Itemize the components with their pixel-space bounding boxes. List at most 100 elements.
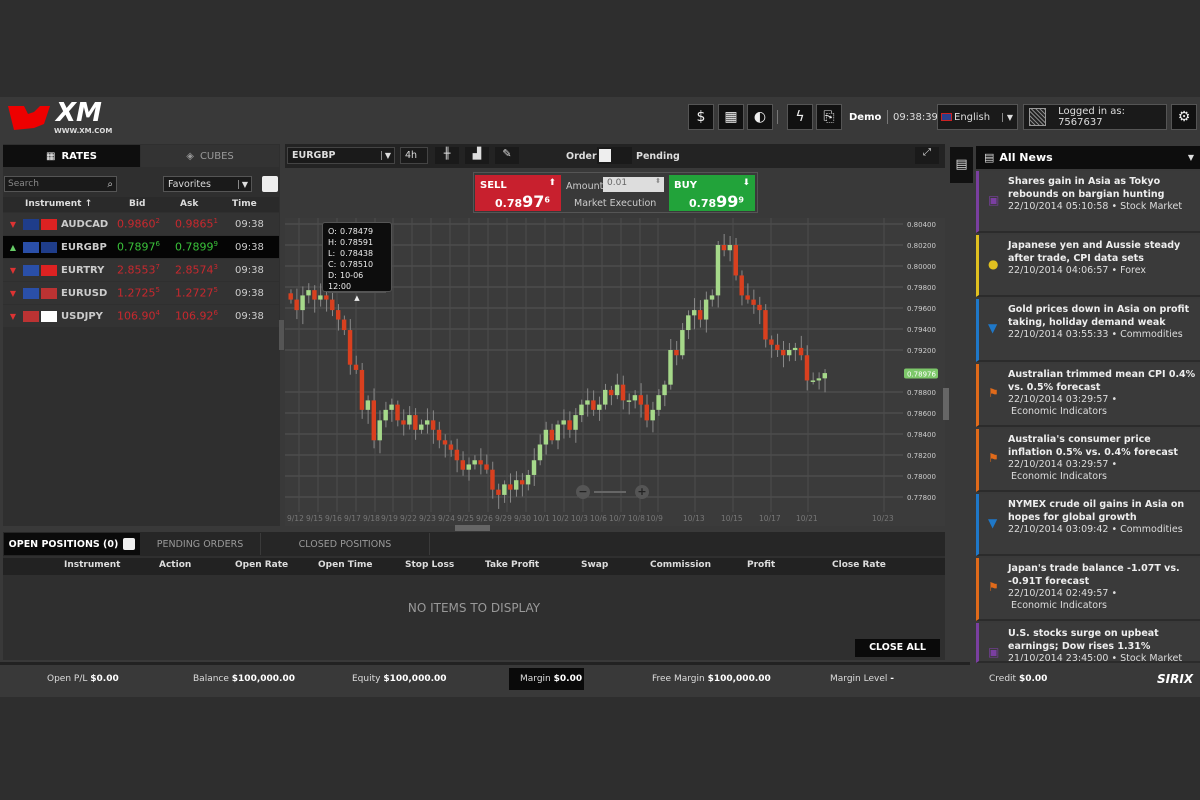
stepper-icon[interactable]: ⬍ bbox=[655, 177, 661, 185]
column-header[interactable]: Profit bbox=[747, 560, 775, 570]
candle bbox=[353, 364, 359, 370]
news-item[interactable]: ▼ Gold prices down in Asia on profit taki… bbox=[976, 299, 1200, 362]
tab-closed-positions[interactable]: CLOSED POSITIONS bbox=[260, 533, 430, 555]
col-instrument[interactable]: Instrument ↑ bbox=[25, 199, 92, 209]
order-pending-toggle[interactable] bbox=[597, 147, 632, 164]
symbol-select[interactable]: EURGBP ▼ bbox=[287, 147, 395, 164]
news-item[interactable]: ⚑ Japan's trade balance -1.07T vs. -0.91T… bbox=[976, 558, 1200, 621]
column-header[interactable]: Open Time bbox=[318, 560, 372, 570]
news-item[interactable]: ▣ Shares gain in Asia as Tokyo rebounds o… bbox=[976, 171, 1200, 233]
news-meta: 22/10/2014 03:29:57 • bbox=[1008, 394, 1118, 405]
candle bbox=[810, 380, 816, 382]
xm-logo[interactable]: XM WWW.XM.COM bbox=[4, 98, 114, 136]
timeframe-select[interactable]: 4h bbox=[400, 147, 428, 164]
rate-row[interactable]: ▼ EURUSD 1.27255 1.27275 09:38 bbox=[3, 282, 279, 304]
column-header[interactable]: Swap bbox=[581, 560, 608, 570]
column-header[interactable]: Close Rate bbox=[832, 560, 886, 570]
tab-rates[interactable]: ▦ RATES bbox=[3, 145, 140, 167]
bid-price: 106.904 bbox=[117, 309, 175, 323]
amount-input[interactable]: 0.01 ⬍ bbox=[603, 177, 664, 192]
tab-pending-orders[interactable]: PENDING ORDERS bbox=[140, 533, 260, 555]
search-input[interactable]: Search ⌕ bbox=[4, 176, 117, 192]
col-ask[interactable]: Ask bbox=[180, 199, 198, 209]
x-tick-label: 9/22 bbox=[400, 514, 417, 523]
tt-o-value: 0.78479 bbox=[340, 227, 374, 236]
logo-url: WWW.XM.COM bbox=[54, 127, 113, 135]
candle bbox=[448, 444, 454, 450]
collapse-rates-handle[interactable] bbox=[279, 320, 284, 350]
news-meta: 21/10/2014 23:45:00 • Stock Market bbox=[1008, 653, 1183, 663]
flag-icon bbox=[41, 241, 57, 253]
columns-icon[interactable] bbox=[123, 538, 136, 550]
collapse-news-handle[interactable] bbox=[943, 388, 949, 420]
news-item[interactable]: ● Japanese yen and Aussie steady after tr… bbox=[976, 235, 1200, 297]
ask-sup: 5 bbox=[213, 286, 218, 295]
instrument-symbol: AUDCAD bbox=[61, 218, 109, 230]
stat-label: Margin bbox=[520, 674, 551, 684]
arrow-down-icon: ⬇ bbox=[742, 178, 750, 188]
fullscreen-icon[interactable]: ⤢ bbox=[915, 147, 939, 164]
news-item[interactable]: ⚑ Australia's consumer price inflation 0.… bbox=[976, 429, 1200, 492]
candle bbox=[751, 299, 756, 305]
language-select[interactable]: English ▼ bbox=[937, 104, 1018, 130]
collapse-icon[interactable]: ▲ bbox=[328, 292, 386, 304]
buy-button[interactable]: BUY ⬇ 0.78999 bbox=[669, 175, 755, 211]
rate-row[interactable]: ▼ AUDCAD 0.98602 0.98651 09:38 bbox=[3, 213, 279, 235]
y-tick-label: 0.78200 bbox=[907, 452, 936, 460]
tab-cubes[interactable]: ◈ CUBES bbox=[141, 145, 279, 167]
rate-row[interactable]: ▼ USDJPY 106.904 106.926 09:38 bbox=[3, 305, 279, 327]
candle bbox=[561, 420, 566, 425]
column-header[interactable]: Stop Loss bbox=[405, 560, 454, 570]
y-tick-label: 0.78000 bbox=[907, 473, 936, 481]
close-all-button[interactable]: CLOSE ALL bbox=[855, 639, 940, 657]
x-tick-label: 9/25 bbox=[457, 514, 474, 523]
news-header[interactable]: ▤ All News ▼ bbox=[976, 146, 1200, 169]
x-tick-label: 9/26 bbox=[476, 514, 493, 523]
account-mode: Demo bbox=[849, 112, 882, 123]
theme-contrast-icon[interactable]: ◐ bbox=[747, 104, 773, 130]
new-document-icon[interactable]: ⎘ bbox=[816, 104, 842, 130]
list-select[interactable]: Favorites ▼ bbox=[163, 176, 252, 192]
column-header[interactable]: Take Profit bbox=[485, 560, 539, 570]
calendar-icon[interactable]: ▦ bbox=[718, 104, 744, 130]
candle bbox=[632, 395, 638, 401]
draw-tool-icon[interactable]: ✎ bbox=[495, 147, 519, 164]
lightning-icon[interactable]: ϟ bbox=[787, 104, 813, 130]
zoom-in-icon[interactable]: + bbox=[635, 485, 649, 499]
rates-table-header: Instrument ↑ Bid Ask Time bbox=[3, 197, 279, 212]
col-bid[interactable]: Bid bbox=[129, 199, 145, 209]
column-header[interactable]: Action bbox=[159, 560, 191, 570]
candle bbox=[709, 295, 715, 300]
layout-toggle-icon[interactable] bbox=[262, 176, 278, 192]
sell-button[interactable]: SELL ⬆ 0.78976 bbox=[475, 175, 561, 211]
column-header[interactable]: Open Rate bbox=[235, 560, 288, 570]
news-panel-icon[interactable]: ▤ bbox=[950, 147, 973, 183]
candle bbox=[668, 350, 673, 385]
column-header[interactable]: Commission bbox=[650, 560, 711, 570]
indicators-icon[interactable]: ▟ bbox=[465, 147, 489, 164]
bid-price: 0.98602 bbox=[117, 217, 175, 231]
deposit-icon[interactable]: $ bbox=[688, 104, 714, 130]
gear-icon[interactable]: ⚙ bbox=[1171, 104, 1197, 130]
col-time[interactable]: Time bbox=[232, 199, 257, 209]
quote-time: 09:38 bbox=[235, 310, 264, 322]
news-item[interactable]: ▼ NYMEX crude oil gains in Asia on hopes … bbox=[976, 494, 1200, 556]
rate-row[interactable]: ▲ EURGBP 0.78976 0.78999 09:38 bbox=[3, 236, 279, 258]
account-stat: Open P/L $0.00 bbox=[47, 674, 119, 684]
news-item[interactable]: ▣ U.S. stocks surge on upbeat earnings; D… bbox=[976, 623, 1200, 663]
candlestick-type-icon[interactable]: ╫ bbox=[435, 147, 459, 164]
tt-c-value: 0.78510 bbox=[340, 260, 374, 269]
rate-row[interactable]: ▼ EURTRY 2.85537 2.85743 09:38 bbox=[3, 259, 279, 281]
panel-resize-handle[interactable] bbox=[455, 525, 490, 531]
candle bbox=[650, 409, 655, 421]
zoom-slider[interactable] bbox=[594, 491, 626, 493]
bid-value: 0.9860 bbox=[117, 217, 156, 231]
account-stat: Margin $0.00 bbox=[520, 674, 582, 684]
column-header[interactable]: Instrument bbox=[64, 560, 120, 570]
tab-open-positions[interactable]: OPEN POSITIONS (0) bbox=[4, 533, 140, 555]
x-tick-label: 10/9 bbox=[646, 514, 663, 523]
news-headline: NYMEX crude oil gains in Asia on hopes f… bbox=[1008, 499, 1185, 523]
news-item[interactable]: ⚑ Australian trimmed mean CPI 0.4% vs. 0.… bbox=[976, 364, 1200, 427]
account-info[interactable]: Logged in as: 7567637 bbox=[1023, 104, 1167, 130]
zoom-out-icon[interactable]: − bbox=[576, 485, 590, 499]
